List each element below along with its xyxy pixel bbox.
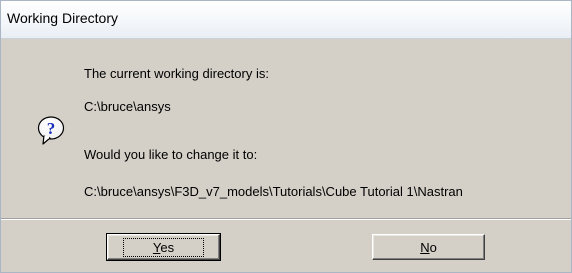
- question-icon: ?: [37, 116, 65, 146]
- prompt-change-label: Would you like to change it to:: [84, 147, 258, 162]
- yes-button-label: es: [160, 239, 175, 255]
- window-title: Working Directory: [7, 10, 118, 26]
- title-bar[interactable]: Working Directory: [1, 1, 571, 39]
- dialog-window: Working Directory ? The current working …: [0, 0, 572, 273]
- no-button-frame: No: [406, 239, 451, 256]
- prompt-current-label: The current working directory is:: [84, 66, 269, 81]
- current-directory-path: C:\bruce\ansys: [84, 99, 171, 114]
- no-button-label: o: [429, 239, 437, 255]
- no-button[interactable]: No: [372, 234, 485, 260]
- no-button-mnemonic: N: [420, 239, 430, 255]
- yes-button[interactable]: Yes: [106, 233, 221, 261]
- button-area-divider: [1, 218, 571, 220]
- svg-text:?: ?: [47, 119, 56, 138]
- question-icon-graphic: ?: [37, 116, 65, 145]
- new-directory-path: C:\bruce\ansys\F3D_v7_models\Tutorials\C…: [84, 184, 463, 199]
- dialog-body: ? The current working directory is: C:\b…: [1, 39, 571, 272]
- yes-button-focus-frame: Yes: [122, 237, 205, 257]
